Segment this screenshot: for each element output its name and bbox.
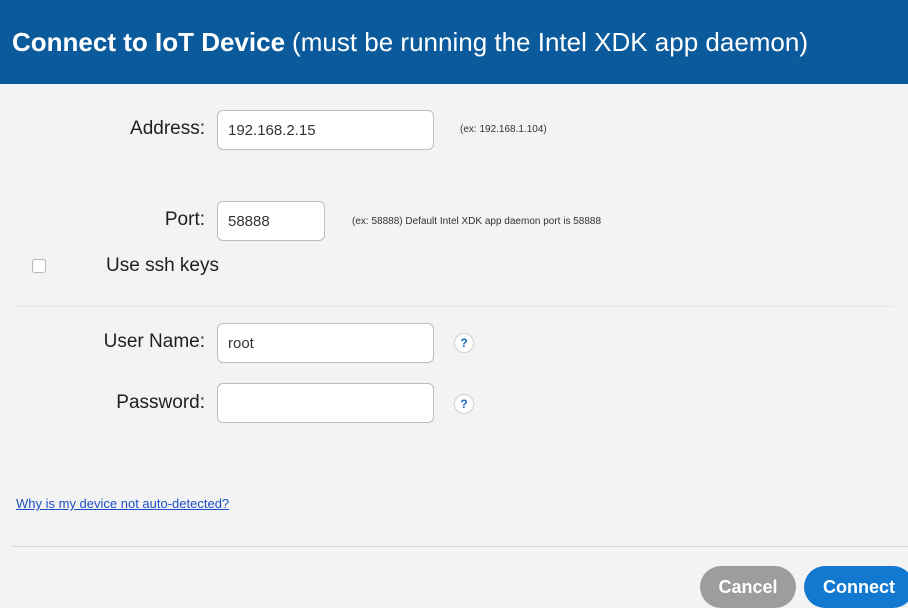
username-input[interactable] <box>217 323 434 363</box>
use-ssh-keys-label: Use ssh keys <box>106 255 219 276</box>
section-divider <box>14 306 894 307</box>
footer-divider <box>12 546 908 547</box>
use-ssh-keys-checkbox[interactable] <box>32 259 46 273</box>
dialog-subtitle: (must be running the Intel XDK app daemo… <box>292 26 809 57</box>
address-label: Address: <box>130 118 205 139</box>
connect-button[interactable]: Connect <box>804 566 908 608</box>
username-help-icon[interactable]: ? <box>454 333 474 353</box>
connect-iot-dialog: Connect to IoT Device (must be running t… <box>0 0 908 608</box>
device-not-detected-link[interactable]: Why is my device not auto-detected? <box>16 496 229 511</box>
password-help-icon[interactable]: ? <box>454 394 474 414</box>
port-input[interactable] <box>217 201 325 241</box>
username-label: User Name: <box>103 331 205 352</box>
password-input[interactable] <box>217 383 434 423</box>
address-hint: (ex: 192.168.1.104) <box>460 124 547 135</box>
dialog-title: Connect to IoT Device <box>12 26 286 57</box>
address-input[interactable] <box>217 110 434 150</box>
dialog-header: Connect to IoT Device (must be running t… <box>0 0 908 84</box>
cancel-button[interactable]: Cancel <box>700 566 796 608</box>
port-hint: (ex: 58888) Default Intel XDK app daemon… <box>352 216 602 227</box>
port-label: Port: <box>164 209 205 230</box>
password-label: Password: <box>116 392 205 413</box>
